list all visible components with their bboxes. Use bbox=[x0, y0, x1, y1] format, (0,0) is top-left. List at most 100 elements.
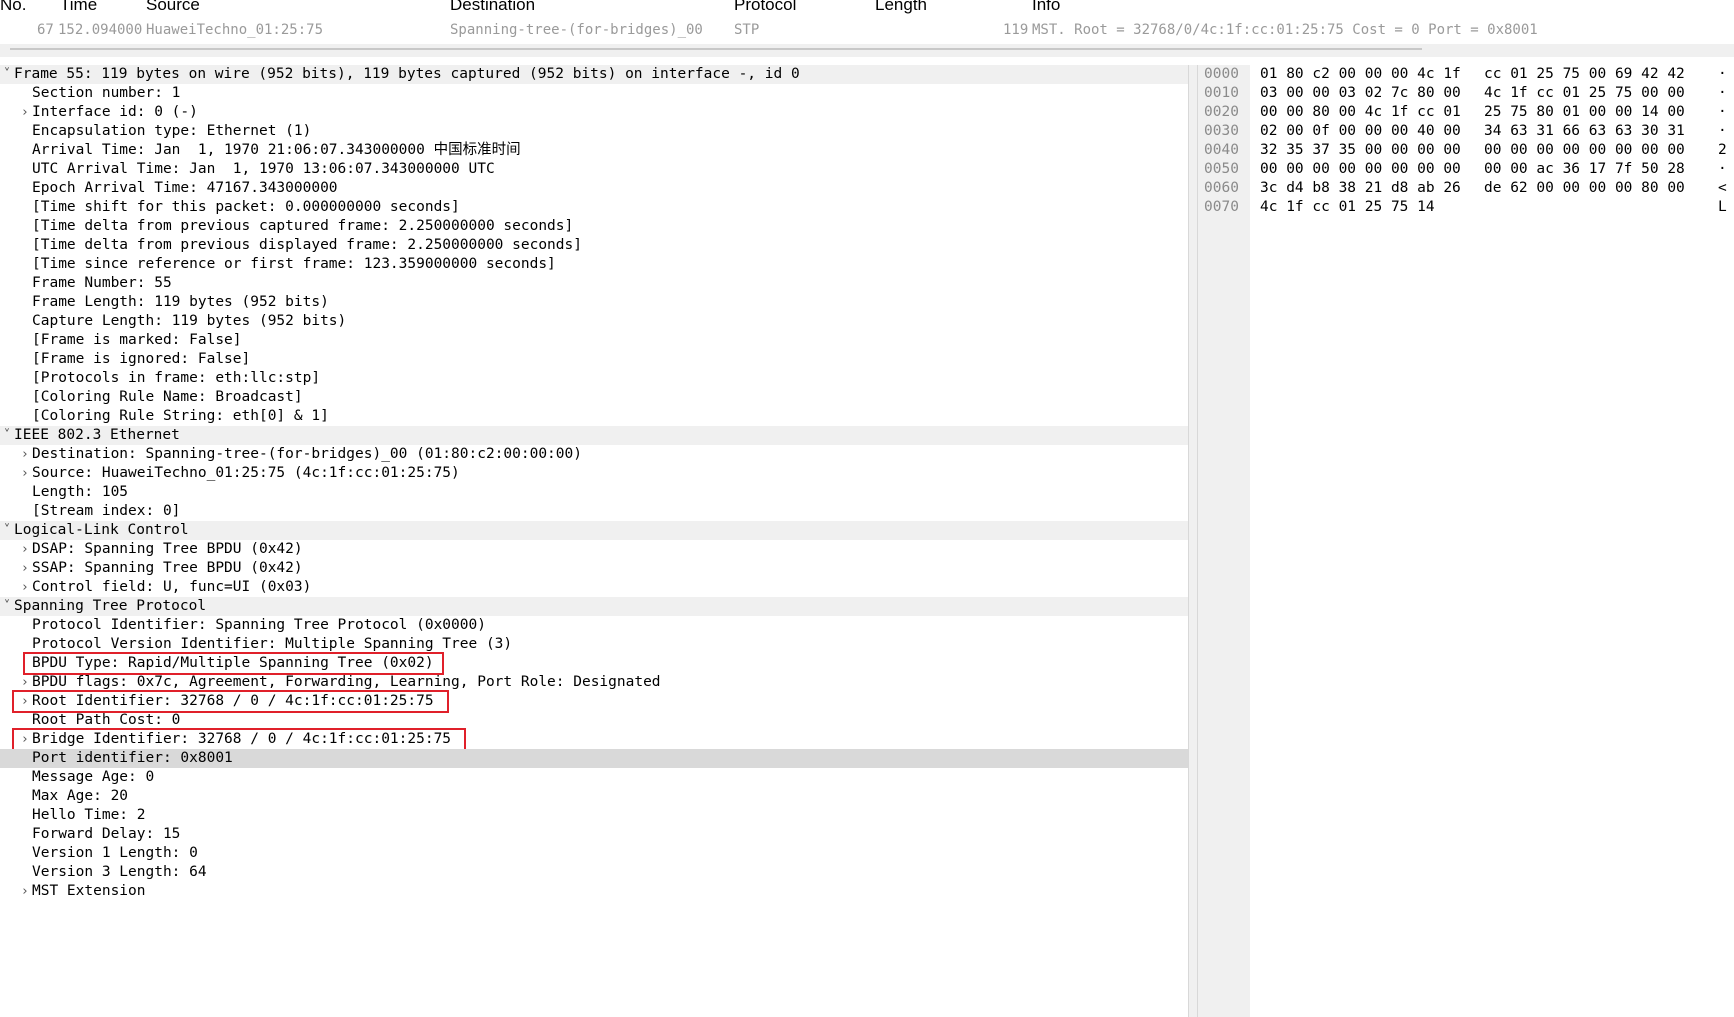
chevron-down-icon[interactable]: ˅ bbox=[0, 65, 14, 84]
column-header-source[interactable]: Source bbox=[146, 0, 200, 13]
tree-item-label: Message Age: 0 bbox=[32, 769, 155, 785]
chevron-down-icon[interactable]: ˅ bbox=[0, 521, 14, 540]
tree-section-header[interactable]: ˅ Frame 55: 119 bytes on wire (952 bits),… bbox=[0, 65, 1188, 84]
chevron-right-icon[interactable]: › bbox=[18, 445, 32, 464]
packet-list-header: No. Time Source Destination Protocol Len… bbox=[0, 0, 1734, 14]
column-header-length[interactable]: Length bbox=[875, 0, 927, 13]
tree-item[interactable]: [Coloring Rule Name: Broadcast] bbox=[0, 388, 1188, 407]
hex-bytes-group-1: 32 35 37 35 00 00 00 00 bbox=[1260, 142, 1461, 158]
tree-item[interactable]: › Destination: Spanning-tree-(for-bridges… bbox=[0, 445, 1188, 464]
tree-item[interactable]: UTC Arrival Time: Jan 1, 1970 13:06:07.3… bbox=[0, 160, 1188, 179]
hex-bytes-group-1: 3c d4 b8 38 21 d8 ab 26 bbox=[1260, 180, 1461, 196]
cell-destination: Spanning-tree-(for-bridges)_00 bbox=[450, 22, 703, 38]
tree-item[interactable]: Forward Delay: 15 bbox=[0, 825, 1188, 844]
tree-section-header[interactable]: ˅ IEEE 802.3 Ethernet bbox=[0, 426, 1188, 445]
tree-item-label: [Protocols in frame: eth:llc:stp] bbox=[32, 370, 321, 386]
chevron-down-icon[interactable]: ˅ bbox=[0, 597, 14, 616]
tree-item[interactable]: [Frame is ignored: False] bbox=[0, 350, 1188, 369]
ascii-preview: · bbox=[1718, 161, 1727, 177]
chevron-right-icon[interactable]: › bbox=[18, 730, 32, 749]
chevron-right-icon[interactable]: › bbox=[18, 578, 32, 597]
tree-item[interactable]: BPDU Type: Rapid/Multiple Spanning Tree … bbox=[0, 654, 1188, 673]
packet-list-row[interactable]: 67 152.094000 HuaweiTechno_01:25:75 Span… bbox=[0, 18, 1734, 44]
tree-item[interactable]: Arrival Time: Jan 1, 1970 21:06:07.34300… bbox=[0, 141, 1188, 160]
details-vertical-scrollbar[interactable] bbox=[1188, 65, 1198, 1017]
tree-item[interactable]: Port identifier: 0x8001 bbox=[0, 749, 1188, 768]
tree-item[interactable]: Capture Length: 119 bytes (952 bits) bbox=[0, 312, 1188, 331]
tree-item[interactable]: Length: 105 bbox=[0, 483, 1188, 502]
bytes-row[interactable]: 0030 02 00 0f 00 00 00 40 00 34 63 31 66 6… bbox=[1198, 122, 1734, 141]
tree-item[interactable]: Version 3 Length: 64 bbox=[0, 863, 1188, 882]
tree-item[interactable]: Epoch Arrival Time: 47167.343000000 bbox=[0, 179, 1188, 198]
tree-item-label: [Time delta from previous displayed fram… bbox=[32, 237, 582, 253]
tree-item[interactable]: Hello Time: 2 bbox=[0, 806, 1188, 825]
bytes-row[interactable]: 0060 3c d4 b8 38 21 d8 ab 26 de 62 00 00 0… bbox=[1198, 179, 1734, 198]
tree-item[interactable]: Protocol Version Identifier: Multiple Sp… bbox=[0, 635, 1188, 654]
cell-source: HuaweiTechno_01:25:75 bbox=[146, 22, 324, 38]
bytes-row[interactable]: 0050 00 00 00 00 00 00 00 00 00 00 ac 36 1… bbox=[1198, 160, 1734, 179]
tree-item[interactable]: Encapsulation type: Ethernet (1) bbox=[0, 122, 1188, 141]
tree-item[interactable]: › Interface id: 0 (-) bbox=[0, 103, 1188, 122]
tree-item[interactable]: Protocol Identifier: Spanning Tree Proto… bbox=[0, 616, 1188, 635]
tree-item[interactable]: Root Path Cost: 0 bbox=[0, 711, 1188, 730]
tree-item-label: [Time shift for this packet: 0.000000000… bbox=[32, 199, 460, 215]
tree-item-label: [Coloring Rule String: eth[0] & 1] bbox=[32, 408, 329, 424]
tree-item[interactable]: › DSAP: Spanning Tree BPDU (0x42) bbox=[0, 540, 1188, 559]
chevron-right-icon[interactable]: › bbox=[18, 882, 32, 901]
tree-item[interactable]: › Root Identifier: 32768 / 0 / 4c:1f:cc:0… bbox=[0, 692, 1188, 711]
tree-item[interactable]: › SSAP: Spanning Tree BPDU (0x42) bbox=[0, 559, 1188, 578]
column-header-no[interactable]: No. bbox=[0, 0, 26, 13]
tree-item[interactable]: [Time delta from previous captured frame… bbox=[0, 217, 1188, 236]
tree-item[interactable]: Max Age: 20 bbox=[0, 787, 1188, 806]
bytes-row[interactable]: 0010 03 00 00 03 02 7c 80 00 4c 1f cc 01 2… bbox=[1198, 84, 1734, 103]
tree-item[interactable]: › Control field: U, func=UI (0x03) bbox=[0, 578, 1188, 597]
tree-item-label: Encapsulation type: Ethernet (1) bbox=[32, 123, 312, 139]
tree-item[interactable]: Frame Number: 55 bbox=[0, 274, 1188, 293]
tree-item[interactable]: Version 1 Length: 0 bbox=[0, 844, 1188, 863]
cell-protocol: STP bbox=[734, 22, 760, 38]
column-header-time[interactable]: Time bbox=[60, 0, 97, 13]
tree-item[interactable]: Frame Length: 119 bytes (952 bits) bbox=[0, 293, 1188, 312]
bytes-row[interactable]: 0020 00 00 80 00 4c 1f cc 01 25 75 80 01 0… bbox=[1198, 103, 1734, 122]
tree-section-header[interactable]: ˅ Logical-Link Control bbox=[0, 521, 1188, 540]
bytes-row[interactable]: 0040 32 35 37 35 00 00 00 00 00 00 00 00 0… bbox=[1198, 141, 1734, 160]
packet-list-horizontal-scrollbar[interactable] bbox=[0, 44, 1734, 57]
byte-offset: 0040 bbox=[1204, 142, 1239, 158]
tree-item[interactable]: [Coloring Rule String: eth[0] & 1] bbox=[0, 407, 1188, 426]
hex-bytes-group-1: 01 80 c2 00 00 00 4c 1f bbox=[1260, 66, 1461, 82]
column-header-protocol[interactable]: Protocol bbox=[734, 0, 796, 13]
tree-item-label: [Frame is marked: False] bbox=[32, 332, 242, 348]
scrollbar-thumb[interactable] bbox=[10, 48, 1422, 50]
chevron-right-icon[interactable]: › bbox=[18, 464, 32, 483]
chevron-down-icon[interactable]: ˅ bbox=[0, 426, 14, 445]
chevron-right-icon[interactable]: › bbox=[18, 559, 32, 578]
tree-item[interactable]: › Bridge Identifier: 32768 / 0 / 4c:1f:cc… bbox=[0, 730, 1188, 749]
hex-bytes-group-1: 00 00 80 00 4c 1f cc 01 bbox=[1260, 104, 1461, 120]
chevron-right-icon[interactable]: › bbox=[18, 103, 32, 122]
chevron-right-icon[interactable]: › bbox=[18, 540, 32, 559]
tree-item[interactable]: [Protocols in frame: eth:llc:stp] bbox=[0, 369, 1188, 388]
tree-item[interactable]: [Time delta from previous displayed fram… bbox=[0, 236, 1188, 255]
tree-item[interactable]: [Frame is marked: False] bbox=[0, 331, 1188, 350]
tree-item[interactable]: › Source: HuaweiTechno_01:25:75 (4c:1f:cc… bbox=[0, 464, 1188, 483]
chevron-right-icon[interactable]: › bbox=[18, 673, 32, 692]
column-header-destination[interactable]: Destination bbox=[450, 0, 535, 13]
ascii-preview: < bbox=[1718, 180, 1727, 196]
tree-item-label: Version 3 Length: 64 bbox=[32, 864, 207, 880]
column-header-info[interactable]: Info bbox=[1032, 0, 1060, 13]
tree-item[interactable]: › BPDU flags: 0x7c, Agreement, Forwarding… bbox=[0, 673, 1188, 692]
tree-item-label: Bridge Identifier: 32768 / 0 / 4c:1f:cc:… bbox=[32, 731, 452, 747]
byte-offset: 0050 bbox=[1204, 161, 1239, 177]
tree-item[interactable]: [Stream index: 0] bbox=[0, 502, 1188, 521]
bytes-row[interactable]: 0000 01 80 c2 00 00 00 4c 1f cc 01 25 75 0… bbox=[1198, 65, 1734, 84]
cell-length: 119 bbox=[1003, 22, 1029, 38]
tree-item[interactable]: Message Age: 0 bbox=[0, 768, 1188, 787]
tree-item[interactable]: [Time shift for this packet: 0.000000000… bbox=[0, 198, 1188, 217]
tree-item[interactable]: Section number: 1 bbox=[0, 84, 1188, 103]
tree-section-header[interactable]: ˅ Spanning Tree Protocol bbox=[0, 597, 1188, 616]
chevron-right-icon[interactable]: › bbox=[18, 692, 32, 711]
tree-item[interactable]: [Time since reference or first frame: 12… bbox=[0, 255, 1188, 274]
bytes-row[interactable]: 0070 4c 1f cc 01 25 75 14 L bbox=[1198, 198, 1734, 217]
tree-item[interactable]: › MST Extension bbox=[0, 882, 1188, 901]
tree-item-label: DSAP: Spanning Tree BPDU (0x42) bbox=[32, 541, 303, 557]
